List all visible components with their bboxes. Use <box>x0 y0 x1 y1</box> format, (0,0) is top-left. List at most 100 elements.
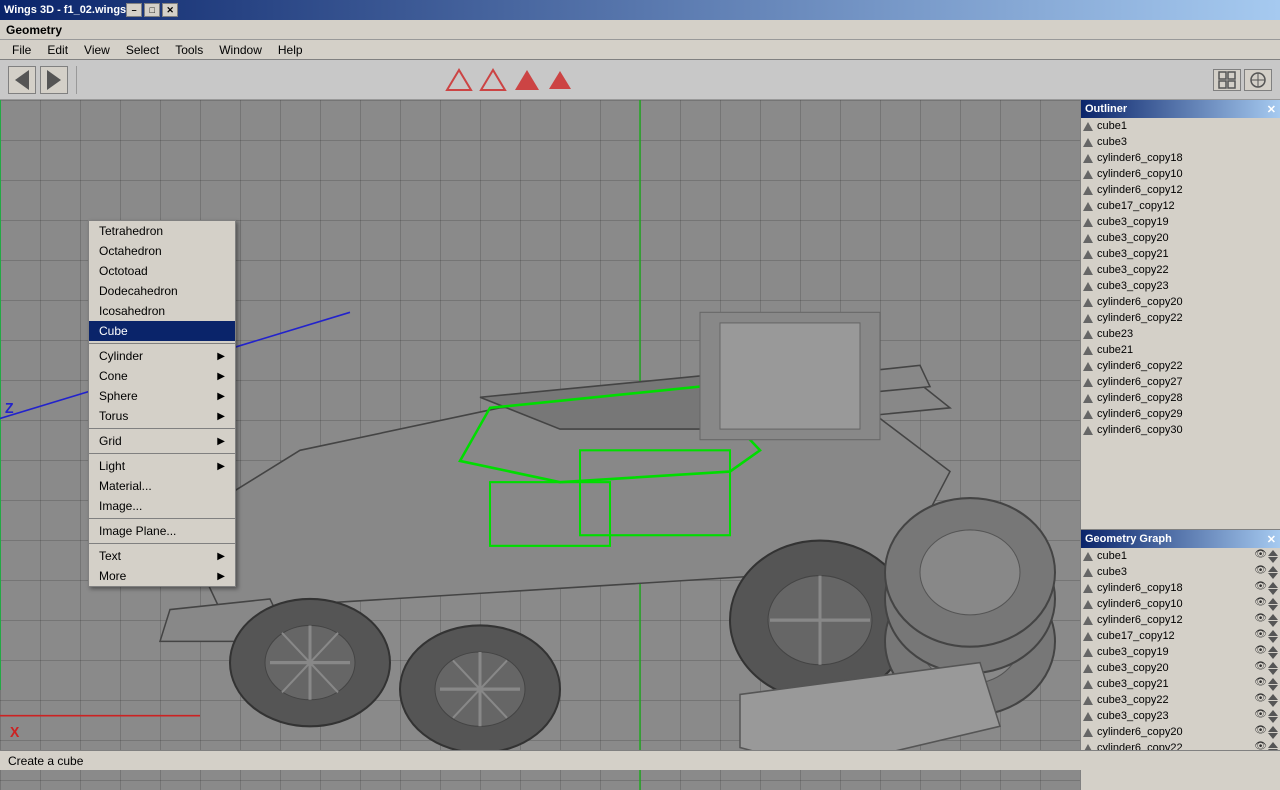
move-down-icon[interactable] <box>1268 668 1278 675</box>
outliner-close[interactable]: ✕ <box>1267 103 1276 116</box>
geo-item[interactable]: cylinder6_copy12 👁 <box>1081 612 1280 628</box>
geo-item[interactable]: cube3_copy20 👁 <box>1081 660 1280 676</box>
move-up-icon[interactable] <box>1268 629 1278 636</box>
outliner-item[interactable]: cylinder6_copy12 <box>1081 182 1280 198</box>
outliner-item[interactable]: cube3_copy22 <box>1081 262 1280 278</box>
move-down-icon[interactable] <box>1268 684 1278 691</box>
move-up-icon[interactable] <box>1268 645 1278 652</box>
move-down-icon[interactable] <box>1268 556 1278 563</box>
ctx-light[interactable]: Light ▶ <box>89 456 235 476</box>
ctx-cylinder[interactable]: Cylinder ▶ <box>89 346 235 366</box>
ctx-image[interactable]: Image... <box>89 496 235 516</box>
outliner-item[interactable]: cylinder6_copy30 <box>1081 422 1280 438</box>
move-up-icon[interactable] <box>1268 613 1278 620</box>
outliner-item[interactable]: cylinder6_copy20 <box>1081 294 1280 310</box>
move-down-icon[interactable] <box>1268 732 1278 739</box>
ctx-octotoad[interactable]: Octotoad <box>89 261 235 281</box>
eye-icon[interactable]: 👁 <box>1254 645 1267 659</box>
eye-icon[interactable]: 👁 <box>1254 581 1267 595</box>
eye-icon[interactable]: 👁 <box>1254 597 1267 611</box>
outliner-item[interactable]: cube21 <box>1081 342 1280 358</box>
outliner-item[interactable]: cylinder6_copy10 <box>1081 166 1280 182</box>
viewport-3d[interactable]: X Z <box>0 100 1080 790</box>
eye-icon[interactable]: 👁 <box>1254 725 1267 739</box>
ctx-material[interactable]: Material... <box>89 476 235 496</box>
outliner-list[interactable]: cube1cube3cylinder6_copy18cylinder6_copy… <box>1081 118 1280 529</box>
geo-item[interactable]: cylinder6_copy20 👁 <box>1081 724 1280 740</box>
ctx-image-plane[interactable]: Image Plane... <box>89 521 235 541</box>
eye-icon[interactable]: 👁 <box>1254 693 1267 707</box>
move-down-icon[interactable] <box>1268 700 1278 707</box>
eye-icon[interactable]: 👁 <box>1254 709 1267 723</box>
move-down-icon[interactable] <box>1268 716 1278 723</box>
geo-graph-close[interactable]: ✕ <box>1267 533 1276 546</box>
menu-tools[interactable]: Tools <box>167 41 211 59</box>
tri-button-2[interactable] <box>479 68 507 92</box>
geo-item[interactable]: cube3_copy23 👁 <box>1081 708 1280 724</box>
ctx-sphere[interactable]: Sphere ▶ <box>89 386 235 406</box>
move-up-icon[interactable] <box>1268 693 1278 700</box>
eye-icon[interactable]: 👁 <box>1254 613 1267 627</box>
move-up-icon[interactable] <box>1268 709 1278 716</box>
move-up-icon[interactable] <box>1268 661 1278 668</box>
tri-button-4[interactable] <box>547 69 573 91</box>
menu-help[interactable]: Help <box>270 41 311 59</box>
geo-item[interactable]: cube1 👁 <box>1081 548 1280 564</box>
geo-item[interactable]: cube17_copy12 👁 <box>1081 628 1280 644</box>
geo-item[interactable]: cube3_copy19 👁 <box>1081 644 1280 660</box>
outliner-item[interactable]: cube3_copy23 <box>1081 278 1280 294</box>
menu-view[interactable]: View <box>76 41 118 59</box>
move-up-icon[interactable] <box>1268 677 1278 684</box>
move-up-icon[interactable] <box>1268 549 1278 556</box>
undo-button[interactable] <box>8 66 36 94</box>
move-down-icon[interactable] <box>1268 636 1278 643</box>
geo-item[interactable]: cube3_copy22 👁 <box>1081 692 1280 708</box>
eye-icon[interactable]: 👁 <box>1254 629 1267 643</box>
outliner-item[interactable]: cylinder6_copy29 <box>1081 406 1280 422</box>
outliner-item[interactable]: cube3_copy20 <box>1081 230 1280 246</box>
eye-icon[interactable]: 👁 <box>1254 661 1267 675</box>
view-icon-2[interactable] <box>1244 69 1272 91</box>
geo-item[interactable]: cylinder6_copy18 👁 <box>1081 580 1280 596</box>
tri-button-3[interactable] <box>513 68 541 92</box>
outliner-item[interactable]: cube17_copy12 <box>1081 198 1280 214</box>
outliner-item[interactable]: cube3_copy19 <box>1081 214 1280 230</box>
move-up-icon[interactable] <box>1268 597 1278 604</box>
move-down-icon[interactable] <box>1268 652 1278 659</box>
move-up-icon[interactable] <box>1268 725 1278 732</box>
move-up-icon[interactable] <box>1268 581 1278 588</box>
geo-item[interactable]: cube3 👁 <box>1081 564 1280 580</box>
ctx-tetrahedron[interactable]: Tetrahedron <box>89 221 235 241</box>
ctx-more[interactable]: More ▶ <box>89 566 235 586</box>
ctx-octahedron[interactable]: Octahedron <box>89 241 235 261</box>
outliner-item[interactable]: cylinder6_copy22 <box>1081 310 1280 326</box>
outliner-item[interactable]: cube23 <box>1081 326 1280 342</box>
geo-item[interactable]: cylinder6_copy10 👁 <box>1081 596 1280 612</box>
eye-icon[interactable]: 👁 <box>1254 677 1267 691</box>
geo-item[interactable]: cube3_copy21 👁 <box>1081 676 1280 692</box>
redo-button[interactable] <box>40 66 68 94</box>
menu-window[interactable]: Window <box>211 41 270 59</box>
menu-file[interactable]: File <box>4 41 39 59</box>
move-up-icon[interactable] <box>1268 741 1278 748</box>
outliner-item[interactable]: cube1 <box>1081 118 1280 134</box>
minimize-button[interactable]: – <box>126 3 142 17</box>
tri-button-1[interactable] <box>445 68 473 92</box>
outliner-item[interactable]: cylinder6_copy22 <box>1081 358 1280 374</box>
outliner-item[interactable]: cylinder6_copy18 <box>1081 150 1280 166</box>
menu-select[interactable]: Select <box>118 41 167 59</box>
move-down-icon[interactable] <box>1268 572 1278 579</box>
outliner-item[interactable]: cylinder6_copy27 <box>1081 374 1280 390</box>
eye-icon[interactable]: 👁 <box>1254 549 1267 563</box>
move-up-icon[interactable] <box>1268 565 1278 572</box>
eye-icon[interactable]: 👁 <box>1254 565 1267 579</box>
ctx-dodecahedron[interactable]: Dodecahedron <box>89 281 235 301</box>
menu-edit[interactable]: Edit <box>39 41 76 59</box>
move-down-icon[interactable] <box>1268 588 1278 595</box>
outliner-item[interactable]: cube3_copy21 <box>1081 246 1280 262</box>
move-down-icon[interactable] <box>1268 620 1278 627</box>
ctx-text[interactable]: Text ▶ <box>89 546 235 566</box>
close-button[interactable]: ✕ <box>162 3 178 17</box>
move-down-icon[interactable] <box>1268 604 1278 611</box>
view-icon-1[interactable] <box>1213 69 1241 91</box>
